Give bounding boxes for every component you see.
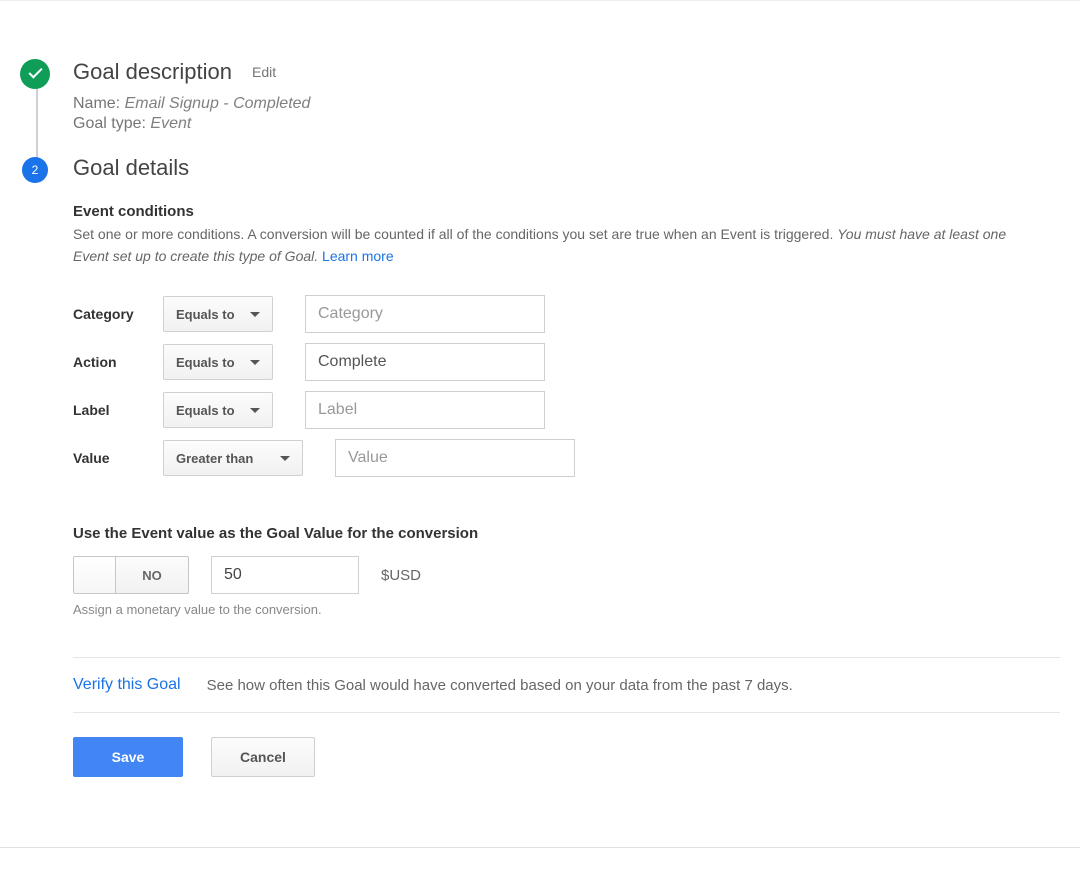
value-value-input[interactable] bbox=[335, 439, 575, 477]
goal-value-hint: Assign a monetary value to the conversio… bbox=[73, 602, 1060, 617]
use-event-value-row: NO $USD bbox=[73, 556, 1060, 594]
caret-down-icon bbox=[250, 408, 260, 413]
goal-name-line: Name: Email Signup - Completed bbox=[73, 95, 1060, 113]
goal-type-line: Goal type: Event bbox=[73, 115, 1060, 133]
step-number: 2 bbox=[32, 163, 39, 177]
page-bottom-divider bbox=[0, 847, 1080, 848]
caret-down-icon bbox=[250, 312, 260, 317]
toggle-knob bbox=[74, 557, 116, 593]
caret-down-icon bbox=[280, 456, 290, 461]
step-title-row: Goal details bbox=[73, 155, 1060, 181]
edit-link[interactable]: Edit bbox=[252, 64, 276, 80]
event-conditions-heading: Event conditions bbox=[73, 203, 1060, 220]
caret-down-icon bbox=[250, 360, 260, 365]
dropdown-value: Equals to bbox=[176, 355, 235, 370]
checkmark-icon bbox=[27, 66, 43, 82]
step-goal-description: Goal description Edit Name: Email Signup… bbox=[20, 59, 1060, 133]
verify-description: See how often this Goal would have conve… bbox=[207, 677, 793, 694]
condition-label: Action bbox=[73, 354, 163, 370]
conditions-text-1: Set one or more conditions. A conversion… bbox=[73, 226, 837, 242]
dropdown-value: Equals to bbox=[176, 307, 235, 322]
label-operator-dropdown[interactable]: Equals to bbox=[163, 392, 273, 428]
value-operator-dropdown[interactable]: Greater than bbox=[163, 440, 303, 476]
action-value-input[interactable] bbox=[305, 343, 545, 381]
use-event-value-toggle[interactable]: NO bbox=[73, 556, 189, 594]
save-button[interactable]: Save bbox=[73, 737, 183, 777]
goal-setup-form: Goal description Edit Name: Email Signup… bbox=[0, 0, 1080, 827]
condition-row-action: Action Equals to bbox=[73, 343, 1060, 381]
goal-name-value: Email Signup - Completed bbox=[125, 95, 311, 112]
verify-row: Verify this Goal See how often this Goal… bbox=[73, 658, 1060, 712]
divider bbox=[73, 712, 1060, 713]
condition-row-value: Value Greater than bbox=[73, 439, 1060, 477]
goal-type-label: Goal type: bbox=[73, 115, 146, 132]
step-title-row: Goal description Edit bbox=[73, 59, 1060, 85]
learn-more-link[interactable]: Learn more bbox=[322, 248, 394, 264]
step-title: Goal details bbox=[73, 155, 189, 181]
cancel-button[interactable]: Cancel bbox=[211, 737, 315, 777]
conditions-grid: Category Equals to Action Equals to Labe… bbox=[73, 295, 1060, 477]
dropdown-value: Greater than bbox=[176, 451, 253, 466]
event-conditions-description: Set one or more conditions. A conversion… bbox=[73, 224, 1033, 267]
condition-row-category: Category Equals to bbox=[73, 295, 1060, 333]
step-active-indicator: 2 bbox=[22, 157, 48, 183]
condition-label: Value bbox=[73, 450, 163, 466]
step-title: Goal description bbox=[73, 59, 232, 85]
goal-value-input[interactable] bbox=[211, 556, 359, 594]
condition-row-label: Label Equals to bbox=[73, 391, 1060, 429]
goal-type-value: Event bbox=[150, 115, 191, 132]
category-value-input[interactable] bbox=[305, 295, 545, 333]
verify-goal-link[interactable]: Verify this Goal bbox=[73, 676, 181, 694]
step-goal-details: 2 Goal details Event conditions Set one … bbox=[20, 155, 1060, 777]
goal-name-label: Name: bbox=[73, 95, 120, 112]
currency-label: $USD bbox=[381, 567, 421, 584]
condition-label: Label bbox=[73, 402, 163, 418]
use-event-value-heading: Use the Event value as the Goal Value fo… bbox=[73, 525, 1060, 542]
condition-label: Category bbox=[73, 306, 163, 322]
label-value-input[interactable] bbox=[305, 391, 545, 429]
action-operator-dropdown[interactable]: Equals to bbox=[163, 344, 273, 380]
toggle-state-label: NO bbox=[116, 557, 188, 593]
category-operator-dropdown[interactable]: Equals to bbox=[163, 296, 273, 332]
action-buttons: Save Cancel bbox=[73, 737, 1060, 777]
dropdown-value: Equals to bbox=[176, 403, 235, 418]
step-complete-indicator bbox=[20, 59, 50, 89]
